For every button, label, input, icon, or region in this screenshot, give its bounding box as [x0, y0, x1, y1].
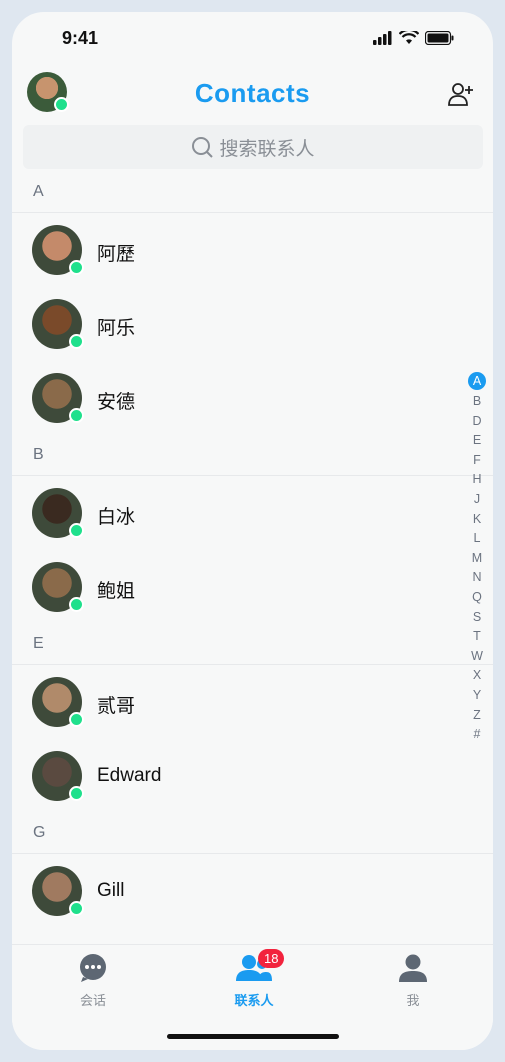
header: Contacts — [12, 72, 493, 132]
index-letter[interactable]: K — [467, 510, 487, 530]
index-letter[interactable]: F — [467, 451, 487, 471]
battery-icon — [425, 31, 454, 45]
contact-row[interactable]: 白冰 — [12, 476, 493, 550]
index-letter[interactable]: Y — [467, 686, 487, 706]
tab-contacts[interactable]: 18 联系人 — [204, 949, 304, 1009]
tab-conversations[interactable]: 会话 — [43, 953, 143, 1009]
online-dot — [69, 334, 84, 349]
avatar — [32, 225, 84, 275]
online-dot — [69, 523, 84, 538]
online-dot — [69, 260, 84, 275]
avatar — [32, 751, 84, 801]
index-letter[interactable]: X — [467, 666, 487, 686]
person-icon — [399, 954, 427, 982]
index-letter[interactable]: E — [467, 431, 487, 451]
online-dot — [69, 901, 84, 916]
avatar — [32, 488, 84, 538]
alphabet-index[interactable]: A B D E F H J K L M N Q S T W X Y Z # — [467, 372, 487, 745]
index-letter[interactable]: M — [467, 549, 487, 569]
contact-name: 鲍姐 — [97, 581, 136, 602]
search-input[interactable]: 搜索联系人 — [23, 125, 483, 169]
tab-bar: 会话 18 联系人 我 — [12, 944, 493, 1050]
section-header: B — [12, 435, 493, 476]
section-header: G — [12, 813, 493, 854]
contact-name: 安德 — [97, 392, 136, 413]
index-letter[interactable]: A — [468, 372, 486, 390]
avatar — [32, 299, 84, 349]
online-dot — [69, 408, 84, 423]
avatar — [32, 373, 84, 423]
contact-row[interactable]: 阿歷 — [12, 213, 493, 287]
search-placeholder: 搜索联系人 — [219, 138, 315, 160]
online-dot — [69, 597, 84, 612]
contact-row[interactable]: Edward — [12, 739, 493, 813]
avatar — [32, 562, 84, 612]
contact-name: Edward — [97, 765, 162, 786]
index-letter[interactable]: # — [467, 725, 487, 745]
online-dot — [69, 786, 84, 801]
index-letter[interactable]: B — [467, 392, 487, 412]
index-letter[interactable]: T — [467, 627, 487, 647]
page-title: Contacts — [194, 78, 311, 108]
status-bar: 9:41 — [12, 12, 493, 62]
contact-name: Gill — [97, 880, 125, 901]
index-letter[interactable]: Q — [467, 588, 487, 608]
contact-row[interactable]: Gill — [12, 854, 493, 928]
unread-badge: 18 — [258, 949, 285, 968]
avatar — [32, 866, 84, 916]
home-indicator — [167, 1034, 339, 1039]
index-letter[interactable]: Z — [467, 706, 487, 726]
index-letter[interactable]: L — [467, 529, 487, 549]
contact-list: A 阿歷阿乐安德 B 白冰鲍姐 E 贰哥 Edward G Gill — [12, 172, 493, 928]
contact-row[interactable]: 安德 — [12, 361, 493, 435]
index-letter[interactable]: W — [467, 647, 487, 667]
search-icon — [192, 137, 214, 158]
signal-icon — [373, 31, 392, 45]
index-letter[interactable]: N — [467, 568, 487, 588]
section-header: E — [12, 624, 493, 665]
contact-name: 阿乐 — [97, 318, 136, 339]
index-letter[interactable]: J — [467, 490, 487, 510]
contact-row[interactable]: 贰哥 — [12, 665, 493, 739]
avatar — [32, 677, 84, 727]
section-header: A — [12, 172, 493, 213]
contact-row[interactable]: 阿乐 — [12, 287, 493, 361]
tab-me[interactable]: 我 — [363, 953, 463, 1009]
status-time: 9:41 — [62, 28, 99, 48]
phone-frame: 9:41 Contacts 搜索联系人 A 阿歷 阿乐 安德 B 白冰 鲍姐 E… — [0, 0, 505, 1062]
index-letter[interactable]: H — [467, 470, 487, 490]
contact-name: 贰哥 — [97, 696, 136, 717]
chat-icon — [80, 954, 106, 982]
index-letter[interactable]: D — [467, 412, 487, 432]
add-contact-icon[interactable] — [447, 80, 475, 108]
status-icons — [373, 31, 455, 45]
online-dot — [69, 712, 84, 727]
wifi-icon — [399, 31, 419, 44]
contact-name: 白冰 — [97, 507, 136, 528]
contact-row[interactable]: 鲍姐 — [12, 550, 493, 624]
index-letter[interactable]: S — [467, 608, 487, 628]
contact-name: 阿歷 — [97, 244, 136, 265]
